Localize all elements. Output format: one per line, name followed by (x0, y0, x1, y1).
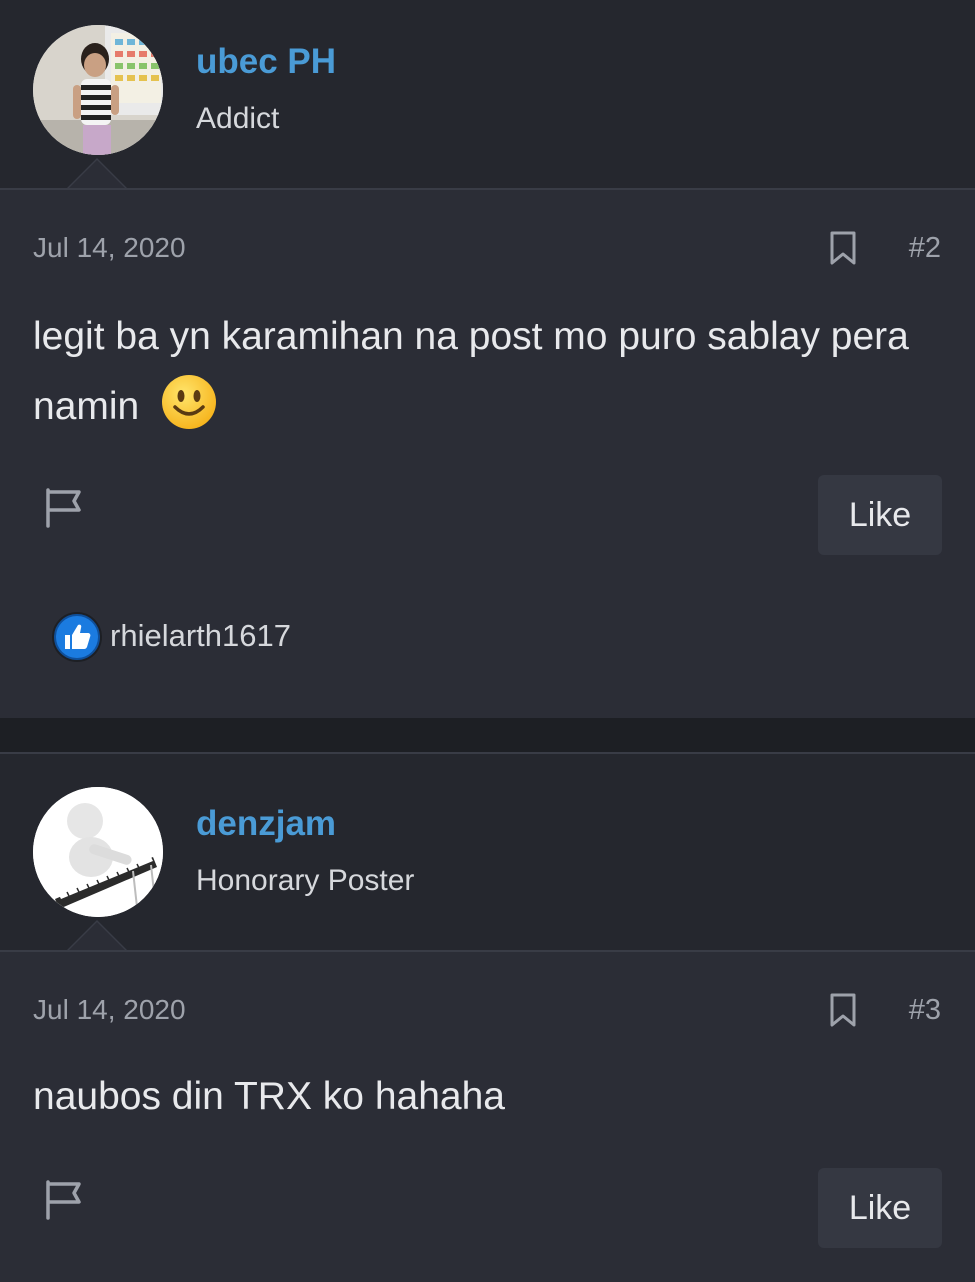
post-header: denzjam Honorary Poster (0, 754, 975, 950)
bookmark-icon[interactable] (829, 230, 857, 266)
post-number[interactable]: #3 (909, 994, 941, 1027)
post-body: Jul 14, 2020 #2 legit ba yn karamihan na… (0, 188, 975, 720)
bookmark-icon[interactable] (829, 992, 857, 1028)
header-pointer (66, 158, 128, 189)
post-number[interactable]: #2 (909, 232, 941, 265)
post-body: Jul 14, 2020 #3 naubos din TRX ko hahaha… (0, 950, 975, 1282)
username[interactable]: ubec PH (196, 42, 336, 82)
post-3: denzjam Honorary Poster Jul 14, 2020 #3 … (0, 754, 975, 1282)
reaction-username[interactable]: rhielarth1617 (110, 618, 291, 654)
post-separator (0, 718, 975, 754)
post-date[interactable]: Jul 14, 2020 (33, 232, 186, 264)
post-text: legit ba yn karamihan na post mo puro sa… (33, 302, 933, 442)
avatar[interactable] (33, 25, 163, 155)
post-header: ubec PH Addict (0, 0, 975, 188)
username[interactable]: denzjam (196, 804, 336, 844)
post-date[interactable]: Jul 14, 2020 (33, 994, 186, 1026)
header-pointer (66, 920, 128, 951)
like-button[interactable]: Like (818, 1168, 942, 1248)
post-2: ubec PH Addict Jul 14, 2020 #2 legit ba … (0, 0, 975, 720)
smiley-icon (162, 375, 217, 429)
flag-icon[interactable] (44, 1180, 84, 1220)
thumbs-up-icon (52, 612, 102, 662)
avatar[interactable] (33, 787, 163, 917)
user-title: Addict (196, 102, 280, 135)
user-title: Honorary Poster (196, 864, 415, 897)
like-button[interactable]: Like (818, 475, 942, 555)
smile-emoji (160, 373, 218, 431)
post-text: naubos din TRX ko hahaha (33, 1075, 505, 1118)
flag-icon[interactable] (44, 488, 84, 528)
